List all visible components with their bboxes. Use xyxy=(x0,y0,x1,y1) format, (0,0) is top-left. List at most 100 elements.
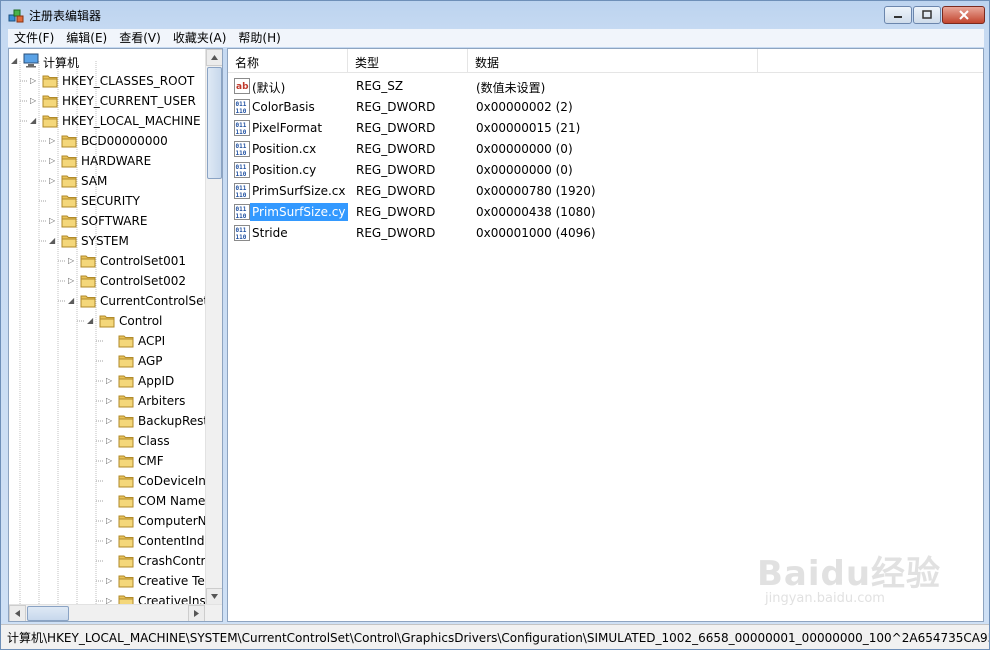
value-name: ColorBasis xyxy=(252,100,315,114)
menu-help[interactable]: 帮助(H) xyxy=(232,29,286,47)
arrow-up-icon xyxy=(211,55,218,60)
folder-icon xyxy=(118,355,134,368)
tree-item-label: Arbiters xyxy=(138,394,186,408)
collapsed-arrow-icon[interactable]: ▷ xyxy=(106,456,115,466)
scroll-thumb[interactable] xyxy=(207,67,222,179)
collapsed-arrow-icon[interactable]: ▷ xyxy=(106,376,115,386)
menu-view[interactable]: 查看(V) xyxy=(113,29,167,47)
tree-vertical-scrollbar[interactable] xyxy=(205,49,222,605)
arrow-right-icon xyxy=(194,610,199,617)
title-bar[interactable]: 注册表编辑器 xyxy=(1,1,989,29)
registry-tree[interactable]: ◢ 计算机 ▷ HKEY_CLASSES_ROOT ▷ HKEY_CURRENT_USER… xyxy=(8,48,223,622)
folder-icon xyxy=(80,275,96,288)
collapsed-arrow-icon[interactable]: ▷ xyxy=(30,96,39,106)
menu-file[interactable]: 文件(F) xyxy=(8,29,60,47)
binary-value-icon: 011110 xyxy=(234,225,250,241)
maximize-button[interactable] xyxy=(913,6,941,24)
svg-text:110: 110 xyxy=(236,213,247,220)
list-header: 名称 类型 数据 xyxy=(228,49,983,73)
value-row[interactable]: 011 110 Stride REG_DWORD 0x00001000 (4096) xyxy=(228,222,983,243)
scroll-down-button[interactable] xyxy=(206,588,222,605)
folder-icon xyxy=(80,255,96,268)
tree-item-label: CurrentControlSet xyxy=(100,294,209,308)
value-row[interactable]: 011 110 PixelFormat REG_DWORD 0x00000015 (21… xyxy=(228,117,983,138)
value-data: 0x00000002 (2) xyxy=(476,100,573,114)
value-row[interactable]: 011 110 Position.cy REG_DWORD 0x00000000 (0) xyxy=(228,159,983,180)
close-icon xyxy=(958,10,969,20)
scroll-right-button[interactable] xyxy=(188,605,205,621)
collapsed-arrow-icon[interactable]: ▷ xyxy=(106,396,115,406)
collapsed-arrow-icon[interactable]: ▷ xyxy=(106,416,115,426)
minimize-button[interactable] xyxy=(884,6,912,24)
minimize-icon xyxy=(894,16,902,18)
value-name: Position.cx xyxy=(252,142,317,156)
value-row[interactable]: 011 110 ColorBasis REG_DWORD 0x00000002 (2) xyxy=(228,96,983,117)
collapsed-arrow-icon[interactable]: ▷ xyxy=(49,156,58,166)
folder-icon xyxy=(118,335,134,348)
tree-item-label: Class xyxy=(138,434,170,448)
value-type: REG_DWORD xyxy=(356,142,436,156)
menu-favorites[interactable]: 收藏夹(A) xyxy=(167,29,233,47)
collapsed-arrow-icon[interactable]: ▷ xyxy=(106,536,115,546)
string-value-icon: ab xyxy=(234,78,250,94)
tree-item-label: HKEY_CURRENT_USER xyxy=(62,94,196,108)
folder-icon xyxy=(118,395,134,408)
tree-item-label: Control xyxy=(119,314,163,328)
svg-text:110: 110 xyxy=(236,108,247,115)
collapsed-arrow-icon[interactable]: ▷ xyxy=(106,516,115,526)
collapsed-arrow-icon[interactable]: ▷ xyxy=(68,276,77,286)
value-name: PixelFormat xyxy=(252,121,323,135)
folder-icon xyxy=(61,215,77,228)
value-name: Position.cy xyxy=(252,163,317,177)
value-row[interactable]: 011 110 PrimSurfSize.cx REG_DWORD 0x00000780… xyxy=(228,180,983,201)
folder-icon xyxy=(80,295,96,308)
collapsed-arrow-icon[interactable]: ▷ xyxy=(68,256,77,266)
binary-value-icon: 011110 xyxy=(234,162,250,178)
close-button[interactable] xyxy=(942,6,985,24)
folder-icon xyxy=(61,155,77,168)
tree-horizontal-scrollbar[interactable] xyxy=(9,604,222,621)
column-type[interactable]: 类型 xyxy=(348,49,468,73)
tree-item-label: ControlSet001 xyxy=(100,254,186,268)
collapsed-arrow-icon[interactable]: ▷ xyxy=(106,576,115,586)
tree-item-label: CoDeviceIn xyxy=(138,474,206,488)
folder-icon xyxy=(61,235,77,248)
expanded-arrow-icon[interactable]: ◢ xyxy=(49,236,58,246)
column-data[interactable]: 数据 xyxy=(468,49,758,73)
expanded-arrow-icon[interactable]: ◢ xyxy=(11,56,20,66)
value-row[interactable]: 011 110 Position.cx REG_DWORD 0x00000000 (0) xyxy=(228,138,983,159)
regedit-window: 注册表编辑器 文件(F) 编辑(E) 查看(V) 收藏夹(A) 帮助(H) ◢ 计… xyxy=(0,0,990,650)
values-list[interactable]: 名称 类型 数据 ab (默认) REG_SZ (数值未设置) 011 110 ColorB… xyxy=(227,48,984,622)
tree-item-label: SOFTWARE xyxy=(81,214,148,228)
value-row[interactable]: ab (默认) REG_SZ (数值未设置) xyxy=(228,75,983,96)
collapsed-arrow-icon[interactable]: ▷ xyxy=(49,216,58,226)
scroll-up-button[interactable] xyxy=(206,49,222,66)
menu-edit[interactable]: 编辑(E) xyxy=(60,29,113,47)
collapsed-arrow-icon[interactable]: ▷ xyxy=(49,136,58,146)
expanded-arrow-icon[interactable]: ◢ xyxy=(68,296,77,306)
collapsed-arrow-icon[interactable]: ▷ xyxy=(49,176,58,186)
value-row[interactable]: 011 110 PrimSurfSize.cy REG_DWORD 0x00000438… xyxy=(228,201,983,222)
svg-text:110: 110 xyxy=(236,171,247,178)
value-data: (数值未设置) xyxy=(476,81,546,95)
value-name: Stride xyxy=(252,226,288,240)
horizontal-scroll-thumb[interactable] xyxy=(27,606,69,621)
scroll-left-button[interactable] xyxy=(9,605,26,621)
expanded-arrow-icon[interactable]: ◢ xyxy=(87,316,96,326)
expanded-arrow-icon[interactable]: ◢ xyxy=(30,116,39,126)
folder-icon xyxy=(42,95,58,108)
window-controls xyxy=(884,6,985,24)
column-name[interactable]: 名称 xyxy=(228,49,348,73)
collapsed-arrow-icon[interactable]: ▷ xyxy=(106,436,115,446)
collapsed-arrow-icon[interactable]: ▷ xyxy=(30,76,39,86)
svg-text:110: 110 xyxy=(236,234,247,241)
folder-icon xyxy=(118,435,134,448)
value-name: PrimSurfSize.cy xyxy=(250,203,348,221)
svg-text:011: 011 xyxy=(236,206,247,213)
folder-icon xyxy=(118,555,134,568)
folder-icon xyxy=(42,115,58,128)
tree-item-label: HKEY_CLASSES_ROOT xyxy=(62,74,195,88)
